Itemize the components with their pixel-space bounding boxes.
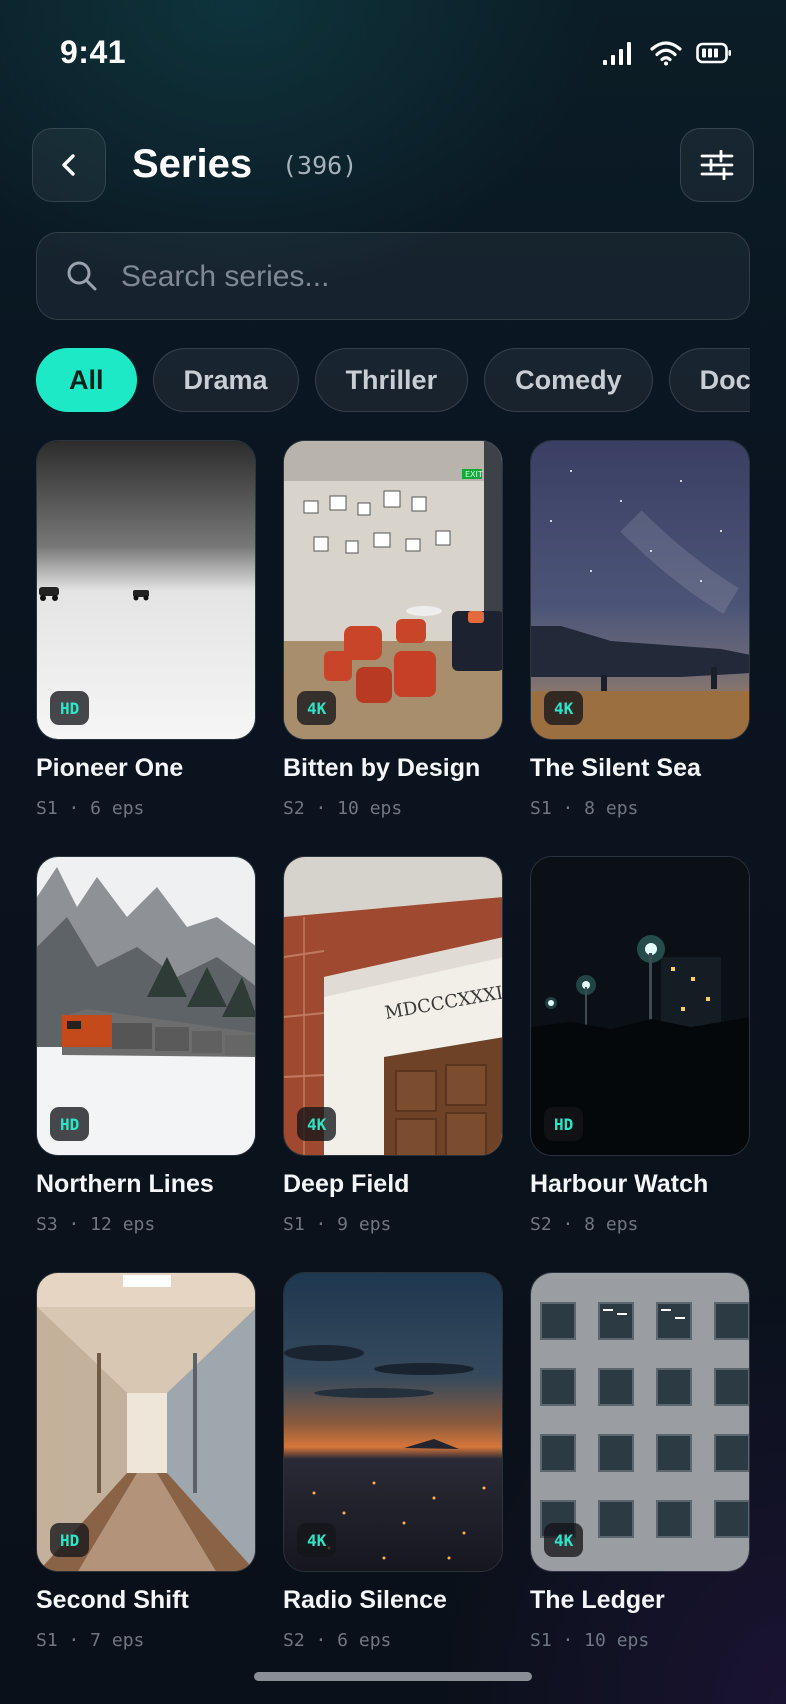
quality-badge: HD <box>544 1107 584 1141</box>
status-bar: 9:41 <box>0 0 786 110</box>
chip-thriller[interactable]: Thriller <box>314 348 469 412</box>
quality-badge: 4K <box>297 1523 337 1557</box>
quality-badge: 4K <box>544 1523 584 1557</box>
quality-badge: 4K <box>544 691 584 725</box>
back-button[interactable] <box>32 128 106 202</box>
series-card[interactable]: HD Pioneer One S1 · 6 eps <box>36 440 256 819</box>
series-poster[interactable]: HD <box>530 856 750 1156</box>
quality-badge: 4K <box>297 1107 337 1141</box>
chip-docs[interactable]: Docs <box>668 348 750 412</box>
series-meta: S2 · 6 eps <box>283 1630 392 1651</box>
series-meta: S1 · 7 eps <box>36 1630 145 1651</box>
series-card[interactable]: HD Second Shift S1 · 7 eps <box>36 1272 256 1651</box>
series-poster[interactable]: HD <box>36 856 256 1156</box>
series-title: Second Shift <box>36 1586 189 1614</box>
series-card[interactable]: 4K Radio Silence S2 · 6 eps <box>283 1272 503 1651</box>
series-meta: S1 · 6 eps <box>36 798 145 819</box>
chip-comedy[interactable]: Comedy <box>484 348 653 412</box>
search-bar[interactable] <box>36 232 750 321</box>
series-poster[interactable]: EXIT 4K <box>283 440 503 740</box>
series-meta: S1 · 9 eps <box>283 1214 392 1235</box>
home-indicator[interactable] <box>254 1672 532 1681</box>
series-card[interactable]: HD Harbour Watch S2 · 8 eps <box>530 856 750 1235</box>
page-title: Series <box>132 142 253 186</box>
search-input[interactable] <box>119 233 723 321</box>
status-icons <box>602 40 732 66</box>
quality-badge: HD <box>50 691 90 725</box>
series-meta: S2 · 8 eps <box>530 1214 639 1235</box>
series-poster[interactable]: MDCCCXXXI 4K <box>283 856 503 1156</box>
series-poster[interactable]: HD <box>36 440 256 740</box>
exit-sign-text: EXIT <box>465 470 483 479</box>
series-title: Harbour Watch <box>530 1170 709 1198</box>
wifi-icon <box>650 41 682 66</box>
genre-chips: All Drama Thriller Comedy Docs <box>36 348 750 412</box>
series-title: Deep Field <box>283 1170 410 1198</box>
series-card[interactable]: MDCCCXXXI 4K Deep Field S1 · 9 eps <box>283 856 503 1235</box>
quality-badge: HD <box>50 1523 90 1557</box>
series-card[interactable]: 4K The Ledger S1 · 10 eps <box>530 1272 750 1651</box>
signal-icon <box>603 42 631 65</box>
chip-drama[interactable]: Drama <box>152 348 299 412</box>
series-meta: S1 · 10 eps <box>530 1630 650 1651</box>
filter-button[interactable] <box>680 128 754 202</box>
series-meta: S2 · 10 eps <box>283 798 403 819</box>
series-title: The Ledger <box>530 1586 665 1614</box>
chevron-left-icon <box>62 154 75 176</box>
series-meta: S1 · 8 eps <box>530 798 639 819</box>
series-title: Radio Silence <box>283 1586 447 1614</box>
chip-all[interactable]: All <box>36 348 137 412</box>
series-title: The Silent Sea <box>530 754 701 782</box>
series-card[interactable]: HD Northern Lines S3 · 12 eps <box>36 856 256 1235</box>
series-title: Northern Lines <box>36 1170 214 1198</box>
series-poster[interactable]: HD <box>36 1272 256 1572</box>
search-icon <box>67 261 97 291</box>
series-card[interactable]: 4K The Silent Sea S1 · 8 eps <box>530 440 750 819</box>
quality-badge: 4K <box>297 691 337 725</box>
sliders-icon <box>700 150 734 180</box>
series-title: Bitten by Design <box>283 754 481 782</box>
series-card[interactable]: EXIT 4K Bitten by Design S2 · 10 eps <box>283 440 503 819</box>
status-time: 9:41 <box>60 34 127 70</box>
quality-badge: HD <box>50 1107 90 1141</box>
series-meta: S3 · 12 eps <box>36 1214 156 1235</box>
battery-icon <box>696 42 731 64</box>
series-count: (396) <box>282 151 358 180</box>
page-header: Series (396) <box>0 126 786 204</box>
series-poster[interactable]: 4K <box>530 1272 750 1572</box>
series-poster[interactable]: 4K <box>530 440 750 740</box>
series-poster[interactable]: 4K <box>283 1272 503 1572</box>
series-title: Pioneer One <box>36 754 184 782</box>
